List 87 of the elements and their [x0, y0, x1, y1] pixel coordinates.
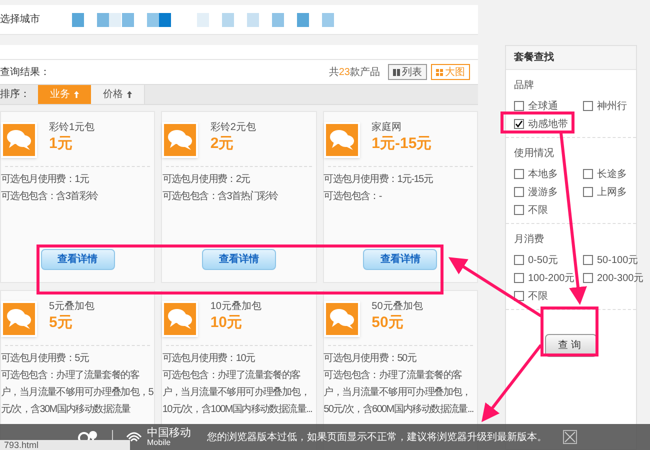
- results-title: 查询结果：: [0, 66, 50, 80]
- checkbox[interactable]: [514, 205, 524, 215]
- product-price: 50元: [372, 314, 404, 332]
- list-icon: [393, 68, 400, 76]
- filter-group-title: 月消费: [514, 232, 545, 247]
- checkbox[interactable]: [514, 273, 524, 283]
- product-price: 1元: [49, 134, 74, 154]
- chat-bubbles-icon: [167, 129, 194, 151]
- details-button[interactable]: 查看详情: [363, 249, 438, 270]
- checkbox-label: 神州行: [597, 100, 627, 114]
- product-name: 50元叠加包: [372, 301, 423, 314]
- checkbox[interactable]: [583, 255, 593, 265]
- checkbox-label: 200-300元: [597, 272, 644, 286]
- product-price: 1元-15元: [372, 134, 432, 154]
- product-count: 共23款产品: [328, 66, 380, 80]
- view-toggle[interactable]: 大图: [431, 64, 470, 80]
- product-detail: 可选包包含：含3首热门彩铃: [162, 190, 279, 204]
- sort-option[interactable]: 价格: [91, 85, 145, 104]
- close-icon: [564, 431, 576, 443]
- product-detail: 元/次，含30M国内移动数据流量: [1, 402, 132, 417]
- notice-message: 您的浏览器版本过低，如果页面显示不正常，建议将浏览器升级到最新版本。: [207, 430, 547, 444]
- checkbox-label: 全球通: [528, 100, 558, 114]
- checkbox[interactable]: [583, 101, 593, 111]
- product-detail: 10元/次，含100M国内移动数据流量...: [162, 402, 313, 417]
- check-icon: [515, 120, 523, 128]
- checkbox[interactable]: [583, 169, 593, 179]
- product-detail: 可选包月使用费：1元: [1, 172, 90, 187]
- product-detail: 可选包包含：含3首彩铃: [1, 190, 99, 204]
- product-detail: 可选包包含：办理了流量套餐的客: [1, 368, 140, 383]
- chat-bubbles-icon: [6, 129, 32, 151]
- city-label: 选择城市: [0, 12, 40, 27]
- product-name: 家庭网: [372, 122, 403, 134]
- product-detail: 可选包包含：-: [324, 190, 383, 204]
- checkbox-label: 长途多: [597, 168, 627, 182]
- checkbox-label: 不限: [528, 204, 548, 218]
- close-button[interactable]: [563, 430, 577, 444]
- details-button[interactable]: 查看详情: [40, 249, 115, 270]
- checkbox[interactable]: [514, 255, 524, 265]
- up-arrow-icon: [127, 91, 132, 98]
- product-detail: 可选包月使用费：1元-15元: [324, 172, 434, 187]
- checkbox[interactable]: [514, 169, 524, 179]
- product-name: 5元叠加包: [49, 301, 95, 314]
- checkbox-label: 100-200元: [528, 272, 575, 286]
- checkbox-label: 本地多: [528, 168, 558, 182]
- checkbox-label: 0-50元: [528, 254, 558, 268]
- checkbox-label: 50-100元: [597, 254, 638, 268]
- product-name: 10元叠加包: [210, 301, 262, 314]
- product-detail: 户，当月流量不够用可办理叠加包，: [324, 386, 472, 400]
- details-button[interactable]: 查看详情: [202, 249, 276, 270]
- status-url: 793.html: [0, 440, 130, 450]
- chat-bubbles-icon: [6, 308, 32, 330]
- chat-bubbles-icon: [167, 308, 194, 330]
- product-detail: 户，当月流量不够用可办理叠加包，: [162, 386, 311, 400]
- product-price: 5元: [49, 314, 74, 332]
- product-detail: 可选包月使用费：10元: [162, 352, 256, 366]
- product-detail: 可选包月使用费：50元: [324, 352, 418, 366]
- product-detail: 户，当月流量不够用可办理叠加包，5: [1, 386, 154, 400]
- product-detail: 可选包月使用费：2元: [162, 172, 251, 187]
- grid-icon: [436, 68, 443, 76]
- product-name: 彩铃2元包: [210, 122, 256, 134]
- sort-option[interactable]: 业务: [38, 85, 91, 104]
- checkbox-label: 漫游多: [528, 186, 558, 200]
- filter-group-title: 使用情况: [514, 146, 555, 161]
- product-name: 彩铃1元包: [49, 122, 95, 134]
- view-toggle[interactable]: 列表: [388, 64, 427, 80]
- brand-name: 中国移动: [147, 428, 191, 438]
- checkbox-label: 动感地带: [528, 118, 568, 132]
- chat-bubbles-icon: [328, 308, 355, 330]
- filter-group-title: 品牌: [514, 79, 535, 93]
- product-detail: 可选包包含：办理了流量套餐的客: [324, 368, 463, 383]
- product-price: 10元: [210, 314, 244, 332]
- checkbox[interactable]: [514, 101, 524, 111]
- sort-label: 排序：: [0, 88, 31, 102]
- product-detail: 可选包月使用费：5元: [1, 352, 90, 366]
- checkbox[interactable]: [583, 273, 593, 283]
- checkbox-label: 上网多: [597, 186, 627, 200]
- checkbox[interactable]: [514, 119, 524, 129]
- checkbox[interactable]: [583, 187, 593, 197]
- product-detail: 50元/次，含600M国内移动数据流量...: [324, 402, 474, 417]
- checkbox-label: 不限: [528, 290, 548, 304]
- up-arrow-icon: [74, 91, 79, 98]
- filter-title: 套餐查找: [514, 50, 554, 65]
- checkbox[interactable]: [514, 187, 524, 197]
- brand-subtitle: Mobile: [147, 438, 172, 446]
- product-detail: 可选包包含：办理了流量套餐的客: [162, 368, 302, 383]
- chat-bubbles-icon: [328, 129, 355, 151]
- product-price: 2元: [210, 134, 235, 154]
